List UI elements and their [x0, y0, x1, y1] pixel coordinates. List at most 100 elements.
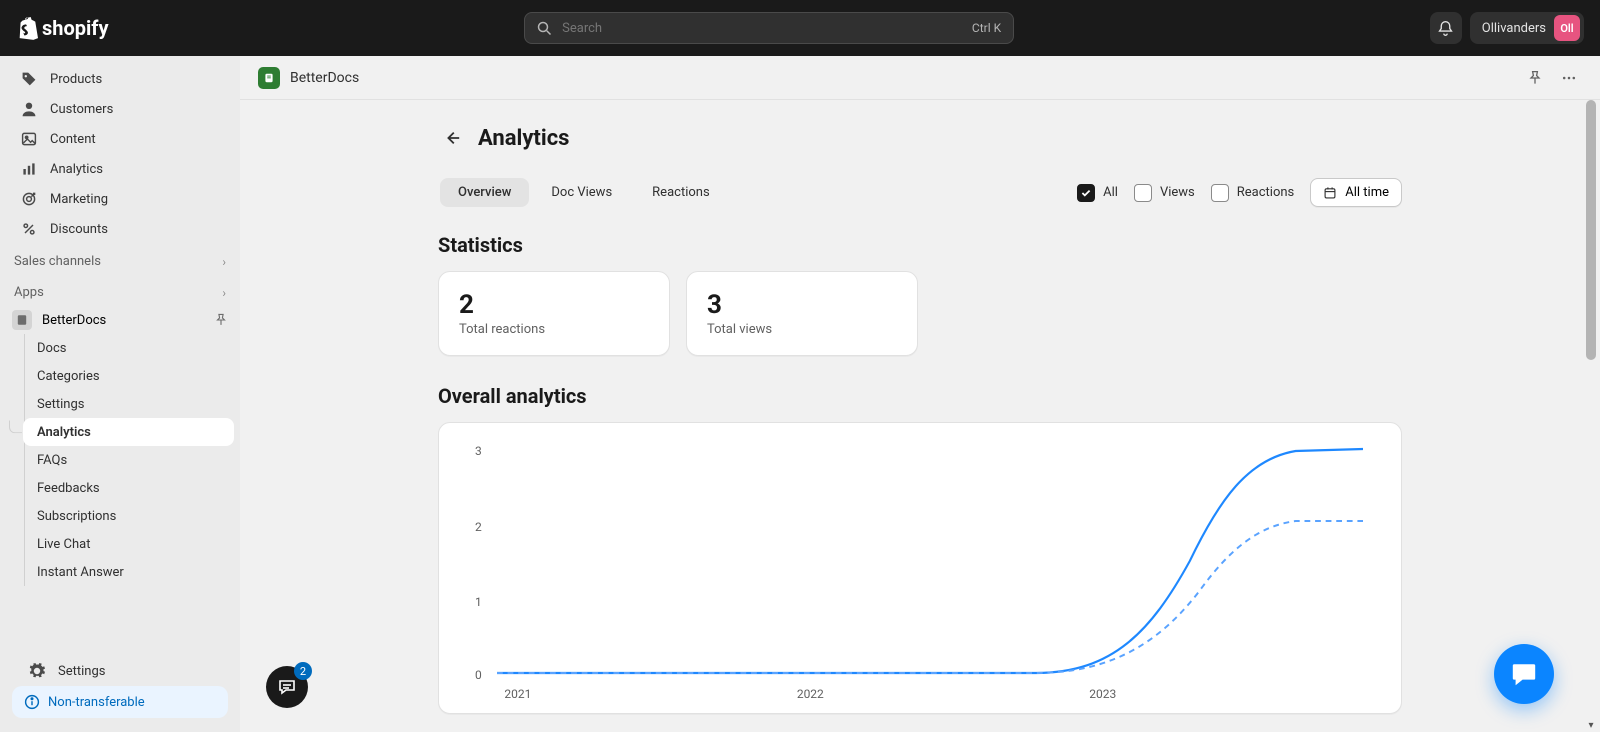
section-label: Sales channels	[14, 254, 101, 269]
app-header-title: BetterDocs	[290, 70, 359, 86]
y-tick: 2	[475, 520, 482, 534]
shopify-bag-icon	[16, 16, 38, 40]
checkbox-checked-icon	[1077, 184, 1095, 202]
section-label: Apps	[14, 285, 44, 300]
sub-settings[interactable]: Settings	[23, 390, 234, 418]
badge-label: Non-transferable	[48, 695, 145, 710]
stat-label: Total views	[707, 322, 897, 337]
tab-overview[interactable]: Overview	[440, 178, 529, 207]
chart-svg	[497, 441, 1363, 681]
more-actions-button[interactable]	[1556, 65, 1582, 91]
pin-app-button[interactable]	[1522, 65, 1548, 91]
page-title: Analytics	[478, 126, 569, 151]
topbar: shopify Ctrl K Ollivanders Oll	[0, 0, 1600, 56]
nav-analytics[interactable]: Analytics	[6, 154, 234, 184]
app-header: BetterDocs	[240, 56, 1600, 100]
filter-reactions[interactable]: Reactions	[1211, 184, 1295, 202]
filter-label: Views	[1160, 185, 1195, 200]
chat-badge: 2	[294, 662, 312, 680]
non-transferable-badge[interactable]: Non-transferable	[12, 686, 228, 718]
check-icon	[1080, 187, 1092, 199]
user-name: Ollivanders	[1482, 21, 1546, 36]
filter-label: All	[1103, 185, 1118, 200]
tab-reactions[interactable]: Reactions	[634, 178, 728, 207]
checkbox-icon	[1134, 184, 1152, 202]
pin-icon[interactable]	[214, 313, 228, 327]
percent-icon	[20, 220, 38, 238]
chevron-right-icon: ›	[222, 255, 226, 269]
user-menu[interactable]: Ollivanders Oll	[1470, 12, 1584, 44]
back-button[interactable]	[438, 124, 466, 152]
brand-text: shopify	[42, 16, 109, 40]
support-fab[interactable]	[1494, 644, 1554, 704]
apps-header[interactable]: Apps ›	[0, 275, 240, 306]
sub-categories[interactable]: Categories	[23, 362, 234, 390]
nav-label: Analytics	[50, 162, 103, 177]
stat-card-views: 3 Total views	[686, 271, 918, 356]
nav-marketing[interactable]: Marketing	[6, 184, 234, 214]
nav-discounts[interactable]: Discounts	[6, 214, 234, 244]
scrollbar[interactable]: ▾	[1584, 56, 1598, 732]
app-submenu: Docs Categories Settings Analytics FAQs …	[24, 334, 240, 586]
scroll-thumb[interactable]	[1586, 100, 1596, 360]
filters: All Views Reactions All time	[1077, 178, 1402, 207]
sub-live-chat[interactable]: Live Chat	[23, 530, 234, 558]
gear-icon	[28, 662, 46, 680]
nav-settings[interactable]: Settings	[14, 656, 226, 686]
avatar: Oll	[1554, 15, 1580, 41]
y-tick: 1	[475, 595, 482, 609]
sub-analytics[interactable]: Analytics	[23, 418, 234, 446]
sidebar-app-betterdocs[interactable]: BetterDocs	[0, 306, 240, 334]
search-box[interactable]: Ctrl K	[524, 12, 1014, 44]
nav-label: Settings	[58, 664, 105, 679]
chat-widget-button[interactable]: 2	[266, 666, 308, 708]
main: BetterDocs Analytics	[240, 56, 1600, 732]
sales-channels-header[interactable]: Sales channels ›	[0, 244, 240, 275]
sub-faqs[interactable]: FAQs	[23, 446, 234, 474]
search-icon	[537, 21, 552, 36]
chart-area: 3 2 1 0 2021 2022 2023	[463, 441, 1377, 701]
bars-icon	[20, 160, 38, 178]
filter-views[interactable]: Views	[1134, 184, 1195, 202]
series-reactions	[497, 521, 1363, 673]
sub-docs[interactable]: Docs	[23, 334, 234, 362]
sub-instant-answer[interactable]: Instant Answer	[23, 558, 234, 586]
search-shortcut: Ctrl K	[972, 21, 1001, 35]
search-input[interactable]	[562, 21, 962, 36]
chart-card: 3 2 1 0 2021 2022 2023	[438, 422, 1402, 714]
nav-label: Products	[50, 72, 102, 87]
chat-icon	[1510, 660, 1538, 688]
stat-label: Total reactions	[459, 322, 649, 337]
filter-all[interactable]: All	[1077, 184, 1118, 202]
speech-bubble-icon	[277, 677, 297, 697]
shopify-logo[interactable]: shopify	[16, 16, 109, 40]
view-tabs: Overview Doc Views Reactions	[438, 176, 730, 209]
scroll-down-arrow[interactable]: ▾	[1584, 718, 1598, 732]
nav-products[interactable]: Products	[6, 64, 234, 94]
nav-label: Content	[50, 132, 96, 147]
nav-content[interactable]: Content	[6, 124, 234, 154]
tag-icon	[20, 70, 38, 88]
x-tick: 2022	[797, 687, 824, 701]
checkbox-icon	[1211, 184, 1229, 202]
x-tick: 2023	[1089, 687, 1116, 701]
date-range-button[interactable]: All time	[1310, 178, 1402, 207]
arrow-left-icon	[443, 129, 461, 147]
stat-card-reactions: 2 Total reactions	[438, 271, 670, 356]
sub-subscriptions[interactable]: Subscriptions	[23, 502, 234, 530]
stat-value: 2	[459, 290, 649, 320]
info-icon	[24, 694, 40, 710]
nav-label: Marketing	[50, 192, 108, 207]
series-views	[497, 449, 1363, 673]
notifications-button[interactable]	[1430, 12, 1462, 44]
nav-label: Discounts	[50, 222, 108, 237]
sub-feedbacks[interactable]: Feedbacks	[23, 474, 234, 502]
chevron-right-icon: ›	[222, 286, 226, 300]
person-icon	[20, 100, 38, 118]
x-tick: 2021	[504, 687, 531, 701]
tab-doc-views[interactable]: Doc Views	[533, 178, 630, 207]
statistics-heading: Statistics	[438, 233, 1402, 257]
nav-customers[interactable]: Customers	[6, 94, 234, 124]
image-icon	[20, 130, 38, 148]
stat-value: 3	[707, 290, 897, 320]
